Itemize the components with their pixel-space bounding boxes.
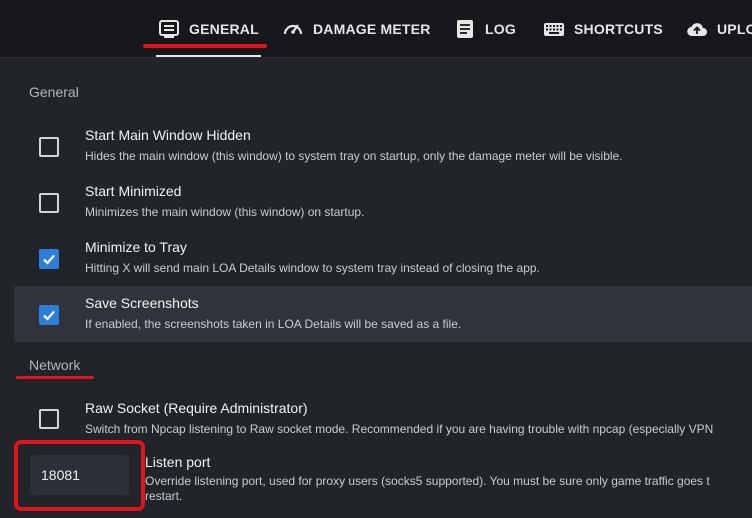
active-tab-indicator (156, 55, 261, 57)
section-title-general: General (29, 84, 79, 100)
setting-description: Hides the main window (this window) to s… (85, 149, 623, 163)
tab-shortcuts-label: SHORTCUTS (574, 21, 663, 37)
document-icon (457, 20, 473, 38)
keyboard-icon (544, 23, 564, 36)
tab-upload-label: UPLO (717, 21, 752, 37)
setting-label: Minimize to Tray (85, 239, 187, 255)
checkmark-icon (43, 254, 55, 265)
checkbox-start-hidden[interactable] (39, 137, 59, 157)
listen-port-description-line: Override listening port, used for proxy … (145, 474, 710, 488)
setting-description: Minimizes the main window (this window) … (85, 205, 365, 219)
annotation-underline-general-tab (143, 44, 267, 48)
setting-label: Raw Socket (Require Administrator) (85, 400, 308, 416)
setting-description: If enabled, the screenshots taken in LOA… (85, 317, 462, 331)
listen-port-description: Override listening port, used for proxy … (145, 474, 752, 504)
tab-general-label: GENERAL (189, 21, 259, 37)
section-title-network: Network (29, 357, 81, 373)
listen-port-label: Listen port (145, 454, 211, 470)
speedometer-icon (283, 24, 303, 35)
tab-damage-meter[interactable]: DAMAGE METER (282, 0, 431, 58)
listen-port-input[interactable] (30, 455, 129, 495)
setting-label: Save Screenshots (85, 295, 199, 311)
tab-shortcuts[interactable]: SHORTCUTS (543, 0, 663, 58)
setting-label: Start Minimized (85, 183, 182, 199)
annotation-underline-network (16, 376, 94, 379)
listen-port-description-line: restart. (145, 489, 183, 503)
tab-general[interactable]: GENERAL (156, 0, 261, 58)
setting-label: Start Main Window Hidden (85, 127, 251, 143)
tab-upload[interactable]: UPLO (686, 0, 752, 58)
tab-log[interactable]: LOG (454, 0, 516, 58)
checkmark-icon (43, 310, 55, 321)
general-settings-icon (159, 20, 179, 38)
setting-description: Hitting X will send main LOA Details win… (85, 261, 540, 275)
tab-damage-meter-label: DAMAGE METER (313, 21, 431, 37)
top-nav-bar: GENERAL DAMAGE METER LOG SHORTCUTS UPLO (0, 0, 752, 58)
tab-log-label: LOG (485, 21, 516, 37)
checkbox-minimize-to-tray[interactable] (39, 249, 59, 269)
checkbox-raw-socket[interactable] (39, 409, 59, 429)
checkbox-start-minimized[interactable] (39, 193, 59, 213)
cloud-upload-icon (687, 23, 707, 37)
checkbox-save-screenshots[interactable] (39, 305, 59, 325)
setting-description: Switch from Npcap listening to Raw socke… (85, 422, 714, 436)
